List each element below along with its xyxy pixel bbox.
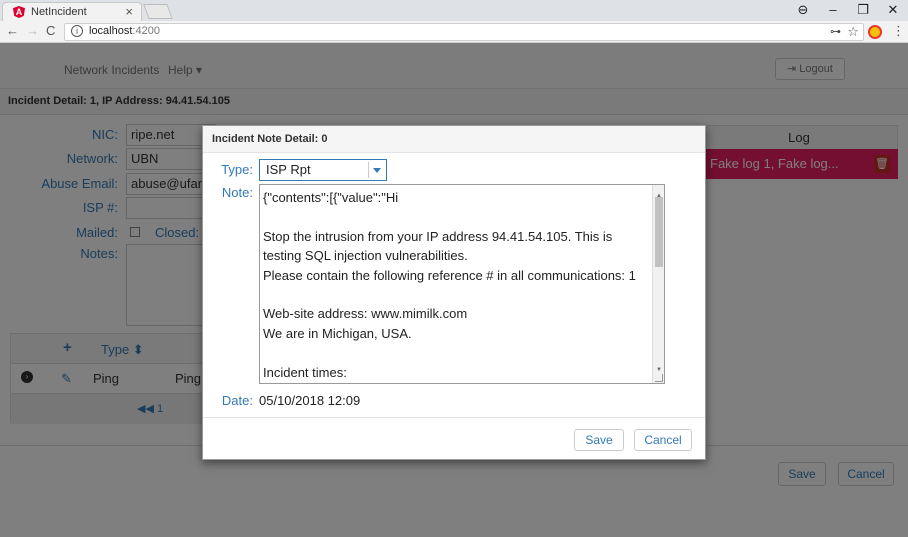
info-icon[interactable]: i — [71, 25, 83, 37]
forward-arrow-icon[interactable]: → — [26, 23, 39, 38]
incident-note-modal: Incident Note Detail: 0 Type: ISP Rpt No… — [202, 125, 706, 460]
tab-close-icon[interactable]: × — [125, 4, 133, 19]
date-value: 05/10/2018 12:09 — [259, 393, 361, 408]
modal-save-button[interactable]: Save — [574, 429, 624, 451]
note-line — [263, 207, 664, 226]
type-select[interactable]: ISP Rpt — [259, 159, 387, 181]
date-label: Date: — [221, 393, 253, 408]
note-line — [263, 285, 664, 304]
note-line: We are in Michigan, USA. — [263, 325, 412, 341]
url-text: localhost:4200 — [89, 25, 160, 37]
close-window-button[interactable]: ✕ — [878, 0, 908, 21]
modal-title: Incident Note Detail: 0 — [203, 126, 705, 153]
reload-icon[interactable]: C — [46, 23, 55, 38]
note-textarea[interactable]: {"contents":[{"value":"Hi Stop the intru… — [259, 184, 665, 384]
note-line: Please contain the following reference #… — [263, 267, 636, 283]
modal-cancel-button[interactable]: Cancel — [634, 429, 692, 451]
back-arrow-icon[interactable]: ← — [6, 23, 19, 38]
browser-tabstrip: A NetIncident × ⊖ – ❐ ✕ — [0, 0, 908, 21]
note-label: Note: — [221, 185, 253, 200]
note-line: Incident times: — [263, 364, 347, 380]
extension-icon[interactable] — [868, 25, 882, 39]
note-line: testing SQL injection vulnerabilities. — [263, 248, 468, 264]
chevron-down-icon[interactable] — [368, 162, 384, 178]
note-line: {"contents":[{"value":"Hi — [263, 190, 399, 205]
scrollbar-thumb[interactable] — [655, 197, 663, 267]
note-line: Stop the intrusion from your IP address … — [263, 228, 613, 244]
note-line: Web-site address: www.mimilk.com — [263, 306, 468, 322]
angular-favicon-icon: A — [13, 6, 25, 18]
browser-tab[interactable]: A NetIncident × — [2, 2, 142, 21]
address-bar[interactable]: i localhost:4200 ⊶ ☆ — [64, 23, 864, 41]
type-label: Type: — [221, 162, 253, 177]
browser-menu-icon[interactable]: ⋮ — [892, 23, 905, 39]
key-icon[interactable]: ⊶ — [830, 25, 841, 38]
type-select-value: ISP Rpt — [266, 162, 311, 177]
note-scrollbar[interactable]: ▲ ▼ — [652, 185, 664, 383]
profile-icon[interactable]: ⊖ — [788, 0, 818, 21]
browser-toolbar: ← → C i localhost:4200 ⊶ ☆ ⋮ — [0, 21, 908, 43]
resize-grip-icon[interactable] — [655, 374, 663, 382]
restore-button[interactable]: ❐ — [848, 0, 878, 21]
note-line — [263, 343, 664, 362]
modal-footer: Save Cancel — [203, 417, 705, 461]
new-tab-button[interactable] — [143, 4, 173, 19]
minimize-button[interactable]: – — [818, 0, 848, 21]
tab-title: NetIncident — [31, 6, 87, 18]
window-controls: ⊖ – ❐ ✕ — [788, 0, 908, 21]
bookmark-star-icon[interactable]: ☆ — [847, 24, 859, 40]
